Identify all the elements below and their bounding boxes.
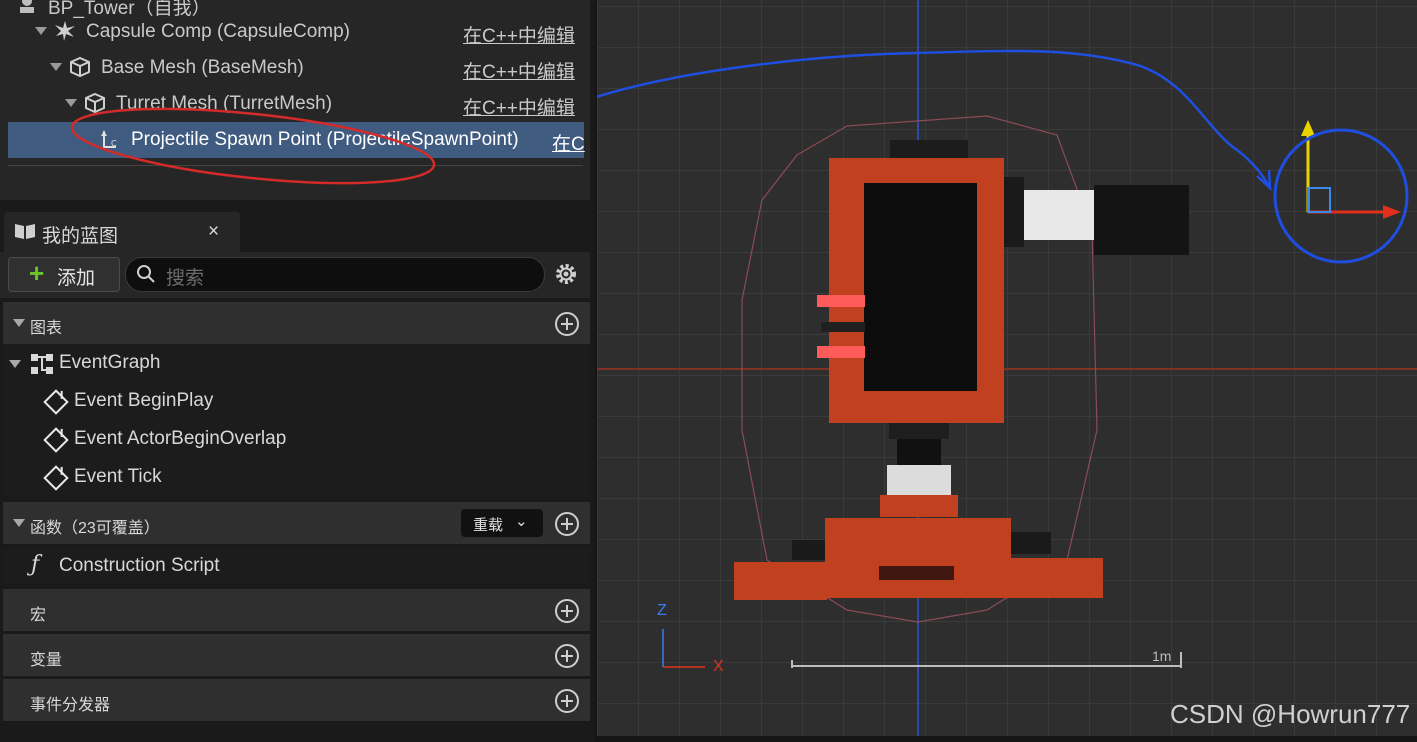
close-icon[interactable]: × — [208, 221, 219, 243]
event-label: Event ActorBeginOverlap — [74, 428, 287, 449]
section-macros[interactable]: 宏 — [3, 589, 590, 631]
add-variable-button[interactable] — [555, 644, 579, 668]
list-item-event[interactable]: Event BeginPlay — [3, 383, 590, 419]
collapse-arrow-icon[interactable] — [9, 360, 21, 368]
section-title: 图表 — [30, 320, 63, 337]
list-item-construction-script[interactable]: ƒ Construction Script — [3, 548, 590, 584]
book-icon — [15, 224, 35, 239]
override-label: 重载 — [473, 517, 504, 534]
viewport[interactable]: Z X — [597, 0, 1417, 736]
construction-script-label: Construction Script — [59, 555, 220, 576]
section-variables[interactable]: 变量 — [3, 634, 590, 676]
chevron-down-icon: ⌄ — [515, 513, 528, 530]
event-icon — [43, 389, 69, 415]
section-graphs[interactable]: 图表 — [3, 302, 590, 344]
scale-label: 1m — [1152, 648, 1172, 664]
plus-icon: + — [29, 258, 45, 288]
add-graph-button[interactable] — [555, 312, 579, 336]
section-title: 函数（23可覆盖） — [30, 520, 160, 537]
section-title: 宏 — [30, 607, 47, 624]
z-axis-label: Z — [657, 602, 667, 619]
list-item-event[interactable]: Event ActorBeginOverlap — [3, 421, 590, 457]
tab-title: 我的蓝图 — [42, 226, 119, 247]
list-item-event-graph[interactable]: EventGraph — [3, 345, 590, 381]
add-macro-button[interactable] — [555, 599, 579, 623]
collapse-arrow-icon[interactable] — [13, 519, 25, 527]
add-button[interactable]: + 添加 — [8, 257, 120, 292]
override-dropdown[interactable]: 重载 ⌄ — [461, 509, 543, 537]
search-icon — [137, 265, 155, 283]
annotation-ellipse — [70, 107, 436, 185]
event-label: Event BeginPlay — [74, 390, 214, 411]
collapse-arrow-icon[interactable] — [13, 319, 25, 327]
graph-icon — [31, 354, 53, 374]
add-button-label: 添加 — [57, 268, 96, 289]
section-functions[interactable]: 函数（23可覆盖） 重载 ⌄ — [3, 502, 590, 544]
gear-icon[interactable] — [553, 261, 579, 287]
search-placeholder: 搜索 — [166, 268, 205, 289]
section-event-dispatchers[interactable]: 事件分发器 — [3, 679, 590, 721]
watermark: CSDN @Howrun777 — [1170, 699, 1411, 729]
add-event-dispatcher-button[interactable] — [555, 689, 579, 713]
event-icon — [43, 427, 69, 453]
tab-my-blueprint[interactable]: 我的蓝图 × — [4, 212, 240, 252]
search-input[interactable]: 搜索 — [125, 257, 545, 292]
section-title: 变量 — [30, 652, 63, 669]
event-icon — [43, 465, 69, 491]
list-item-event[interactable]: Event Tick — [3, 459, 590, 495]
function-icon: ƒ — [31, 552, 40, 577]
event-graph-label: EventGraph — [59, 352, 161, 373]
x-axis-label: X — [713, 658, 724, 675]
event-label: Event Tick — [74, 466, 162, 487]
viewport-scene — [597, 0, 1417, 736]
section-title: 事件分发器 — [30, 697, 111, 714]
add-function-button[interactable] — [555, 512, 579, 536]
